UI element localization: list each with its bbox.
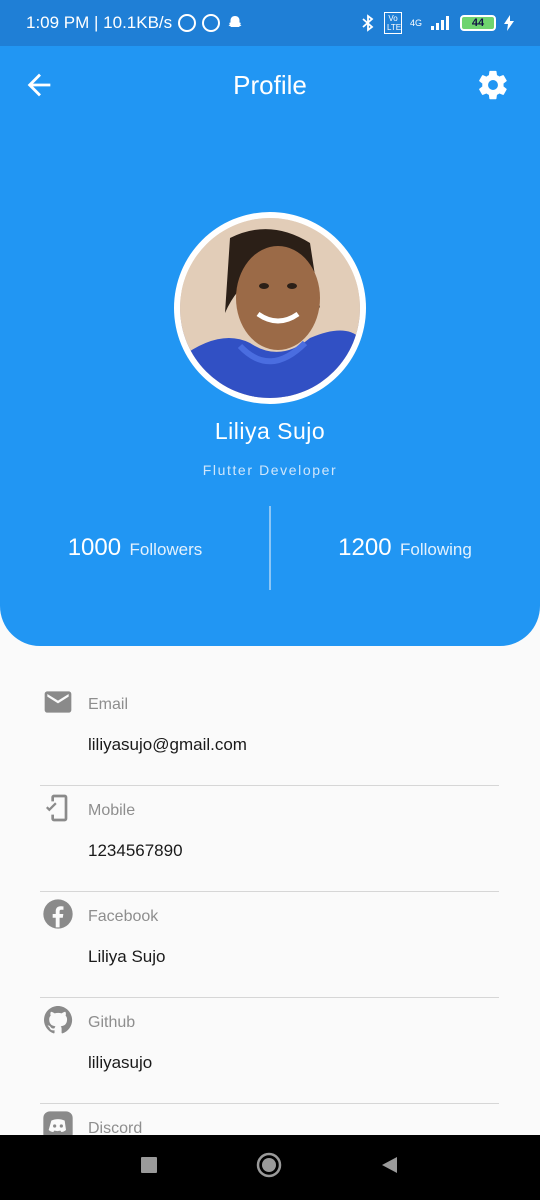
- followers-count: 1000: [67, 534, 122, 561]
- following-count: 1200: [338, 534, 392, 561]
- bluetooth-icon: [362, 14, 374, 32]
- circle-icon: [256, 1152, 282, 1178]
- status-left: 1:09 PM | 10.1KB/s: [26, 13, 244, 33]
- triangle-back-icon: [382, 1157, 397, 1173]
- back-nav-button[interactable]: [379, 1154, 401, 1181]
- facebook-icon: [43, 899, 73, 929]
- status-time: 1:09 PM | 10.1KB/s: [26, 13, 173, 32]
- arrow-back-icon: [27, 73, 51, 97]
- item-label: Facebook: [88, 908, 159, 925]
- list-item-github[interactable]: Github liliyasujo: [40, 998, 499, 1104]
- system-nav-bar: [0, 1135, 540, 1200]
- battery-indicator: 44: [460, 15, 496, 31]
- status-right: Vo LTE 4G 44: [360, 12, 514, 34]
- back-button[interactable]: [22, 68, 56, 102]
- item-value: Liliya Sujo: [88, 947, 166, 966]
- app-notification-icon: [202, 14, 221, 32]
- profile-header: Profile Liliya Sujo Flutter Developer 10…: [0, 46, 540, 646]
- item-label: Github: [88, 1014, 136, 1031]
- volte-badge: Vo LTE: [383, 12, 402, 34]
- mobile-icon: [46, 794, 68, 822]
- following-label: Following: [400, 540, 472, 559]
- home-button[interactable]: [255, 1151, 283, 1184]
- list-item-mobile[interactable]: Mobile 1234567890: [40, 786, 499, 892]
- status-bar: 1:09 PM | 10.1KB/s Vo LTE 4G 44: [0, 0, 540, 46]
- page-title: Profile: [233, 69, 307, 100]
- followers-stat[interactable]: 1000 Followers: [0, 534, 270, 562]
- whatsapp-icon: [178, 14, 197, 32]
- following-stat[interactable]: 1200 Following: [270, 534, 540, 562]
- snapchat-icon: [228, 16, 242, 27]
- item-label: Mobile: [88, 802, 136, 819]
- profile-role: Flutter Developer: [202, 462, 338, 478]
- profile-details-list: Email liliyasujo@gmail.com Mobile 123456…: [40, 680, 499, 1200]
- avatar-ring: [174, 212, 366, 404]
- email-icon: [44, 691, 72, 713]
- avatar-photo: [180, 218, 360, 398]
- list-item-facebook[interactable]: Facebook Liliya Sujo: [40, 892, 499, 998]
- gear-icon: [479, 70, 507, 100]
- item-value: 1234567890: [88, 841, 183, 860]
- app-bar: Profile: [0, 46, 540, 124]
- item-label: Email: [88, 696, 129, 713]
- stats-row: 1000 Followers 1200 Following: [0, 506, 540, 590]
- recents-button[interactable]: [139, 1155, 159, 1180]
- profile-name: Liliya Sujo: [214, 418, 326, 444]
- list-item-email[interactable]: Email liliyasujo@gmail.com: [40, 680, 499, 786]
- square-icon: [141, 1157, 157, 1173]
- github-icon: [44, 1006, 73, 1034]
- item-value: liliyasujo@gmail.com: [88, 735, 247, 754]
- followers-label: Followers: [129, 540, 203, 559]
- item-value: liliyasujo: [88, 1053, 153, 1072]
- network-type: 4G: [409, 18, 422, 28]
- signal-icon: [431, 16, 449, 30]
- settings-button[interactable]: [476, 68, 510, 102]
- avatar[interactable]: [180, 218, 360, 398]
- charging-icon: [504, 15, 514, 31]
